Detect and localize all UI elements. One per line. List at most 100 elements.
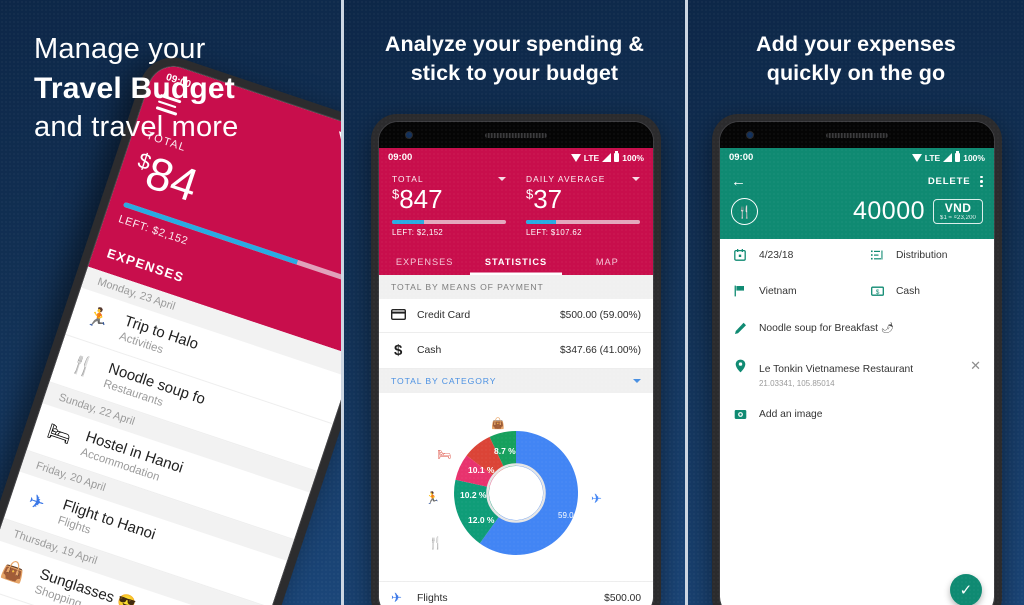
heading-line-2: quickly on the go xyxy=(766,61,946,86)
donut-svg: 59.0 % 12.0 % 10.2 % 10.1 % 8.7 % ✈ 🍴 🏃 … xyxy=(425,417,602,556)
map-pin-icon xyxy=(733,359,748,377)
activities-icon: 🏃 xyxy=(83,305,113,333)
summary-daily-value: $37 xyxy=(526,185,640,213)
status-time: 09:00 xyxy=(728,152,754,163)
battery-icon xyxy=(614,151,620,162)
kebab-menu-icon[interactable] xyxy=(980,175,983,188)
panel-statistics: Analyze your spending & stick to your bu… xyxy=(343,0,685,605)
table-row[interactable]: ✈ Flights $500.00 xyxy=(378,581,653,605)
heading-line-1: Manage your xyxy=(34,33,206,65)
amount-row: 🍴 40000 VND $1 ≈ ₫23,200 xyxy=(720,192,994,239)
heading-line-3: and travel more xyxy=(34,111,239,144)
chevron-down-icon[interactable] xyxy=(497,177,506,181)
shopping-icon: 👜 xyxy=(491,417,505,430)
payment-section-label: TOTAL BY MEANS OF PAYMENT xyxy=(378,275,653,300)
flights-icon: ✈ xyxy=(591,491,602,506)
table-row[interactable]: $ Cash $347.66 (41.00%) xyxy=(378,333,653,370)
tab-map[interactable]: MAP xyxy=(562,248,653,275)
tab-statistics[interactable]: STATISTICS xyxy=(470,248,561,275)
summary-daily-average[interactable]: DAILY AVERAGE $37 LEFT: $107.62 xyxy=(525,174,640,238)
close-icon[interactable]: ✕ xyxy=(970,359,981,372)
field-note[interactable]: Noodle soup for Breakfast 🌶 xyxy=(720,312,994,349)
field-date-value: 4/23/18 xyxy=(758,250,794,261)
restaurants-icon[interactable]: 🍴 xyxy=(730,198,758,225)
payment-amount: $500.00 (59.00%) xyxy=(559,310,641,322)
summary-daily-label: DAILY AVERAGE xyxy=(525,174,606,184)
status-bar: 09:00 LTE 100% xyxy=(378,148,653,167)
accommodation-icon: 🛏 xyxy=(44,420,75,449)
signal-icon xyxy=(602,153,612,162)
restaurants-icon: 🍴 xyxy=(428,536,443,550)
currency-selector[interactable]: VND $1 ≈ ₫23,200 xyxy=(933,198,983,225)
summary-total-value: $847 xyxy=(392,185,506,213)
wifi-icon xyxy=(911,153,922,162)
battery-label: 100% xyxy=(963,152,985,163)
field-payment-value: Cash xyxy=(895,286,921,298)
statistics-header: 09:00 LTE 100% TOTAL $847 LEFT: $2,152 D… xyxy=(378,148,653,276)
field-distribution-value: Distribution xyxy=(895,250,948,261)
field-date[interactable]: 4/23/18 xyxy=(720,239,857,275)
panel-divider-2 xyxy=(684,0,688,605)
network-label: LTE xyxy=(583,152,600,163)
chevron-down-icon[interactable] xyxy=(631,177,640,181)
phone-top-bezel xyxy=(378,122,653,148)
summary-total-label: TOTAL xyxy=(391,174,424,184)
summary-total[interactable]: TOTAL $847 LEFT: $2,152 xyxy=(391,174,506,238)
credit-card-icon xyxy=(390,308,417,323)
accommodation-icon: 🛏 xyxy=(437,449,451,461)
status-bar: 09:00 LTE 100% xyxy=(719,148,994,167)
back-arrow-icon[interactable]: ← xyxy=(731,174,747,189)
flag-icon xyxy=(733,285,748,301)
category-amount: $500.00 xyxy=(604,592,641,604)
field-row-date-distribution: 4/23/18 Distribution xyxy=(720,239,994,275)
tab-bar: EXPENSES STATISTICS MAP xyxy=(379,248,653,275)
summary-daily-sub: LEFT: $107.62 xyxy=(525,228,582,238)
panel-divider-1 xyxy=(340,0,344,605)
field-country-value: Vietnam xyxy=(758,286,797,298)
amount-input[interactable]: 40000 xyxy=(853,197,925,226)
screenshot-stage: Manage your Travel Budget and travel mor… xyxy=(0,0,1024,605)
signal-icon xyxy=(943,153,953,162)
payment-name: Credit Card xyxy=(416,310,471,322)
app-screen-statistics: 09:00 LTE 100% TOTAL $847 LEFT: $2,152 D… xyxy=(378,148,653,605)
summary-daily-label-row: DAILY AVERAGE xyxy=(526,174,640,184)
heading-line-2: Travel Budget xyxy=(34,71,235,105)
field-location[interactable]: Le Tonkin Vietnamese Restaurant 21.03341… xyxy=(720,349,994,398)
field-note-value: Noodle soup for Breakfast 🌶 xyxy=(758,322,894,334)
summary-total-sub: LEFT: $2,152 xyxy=(391,228,444,238)
field-add-image-value: Add an image xyxy=(758,408,823,420)
summary-total-label-row: TOTAL xyxy=(392,174,506,184)
field-location-coords: 21.03341, 105.85014 xyxy=(758,378,835,388)
cash-icon: $ xyxy=(393,342,403,360)
network-label: LTE xyxy=(924,152,941,163)
field-add-image[interactable]: Add an image xyxy=(720,398,994,434)
category-section-label-row[interactable]: TOTAL BY CATEGORY xyxy=(378,369,653,394)
tab-expenses[interactable]: EXPENSES xyxy=(379,248,470,275)
chevron-down-icon[interactable] xyxy=(632,379,641,384)
delete-button[interactable]: DELETE xyxy=(928,176,971,187)
panel-add-expense-heading: Add your expenses quickly on the go xyxy=(688,30,1024,88)
battery-label: 100% xyxy=(622,152,644,163)
panel-statistics-heading: Analyze your spending & stick to your bu… xyxy=(344,30,685,88)
category-section-label: TOTAL BY CATEGORY xyxy=(390,376,497,387)
restaurants-icon: 🍴 xyxy=(67,352,97,381)
total-progress-bar xyxy=(391,220,506,225)
front-camera-icon xyxy=(404,131,413,139)
status-time: 09:00 xyxy=(387,152,413,163)
field-distribution[interactable]: Distribution xyxy=(857,239,994,275)
save-expense-fab[interactable]: ✓ xyxy=(949,574,982,605)
front-camera-icon xyxy=(745,131,754,139)
field-payment[interactable]: $ Cash xyxy=(857,275,994,311)
battery-icon xyxy=(955,151,961,162)
panel-overview-heading: Manage your Travel Budget and travel mor… xyxy=(34,30,239,147)
panel-add-expense: Add your expenses quickly on the go 09:0… xyxy=(687,0,1024,605)
table-row[interactable]: Credit Card $500.00 (59.00%) xyxy=(378,299,653,334)
field-country[interactable]: Vietnam xyxy=(720,275,857,311)
cash-icon: $ xyxy=(870,285,885,301)
flights-icon: ✈ xyxy=(390,590,402,605)
field-location-value: Le Tonkin Vietnamese Restaurant xyxy=(758,363,914,375)
slice-label-shopping: 8.7 % xyxy=(494,446,516,456)
payment-amount: $347.66 (41.00%) xyxy=(559,345,641,357)
phone-mockup-statistics: 09:00 LTE 100% TOTAL $847 LEFT: $2,152 D… xyxy=(370,114,661,605)
shopping-icon: 👜 xyxy=(0,557,28,586)
